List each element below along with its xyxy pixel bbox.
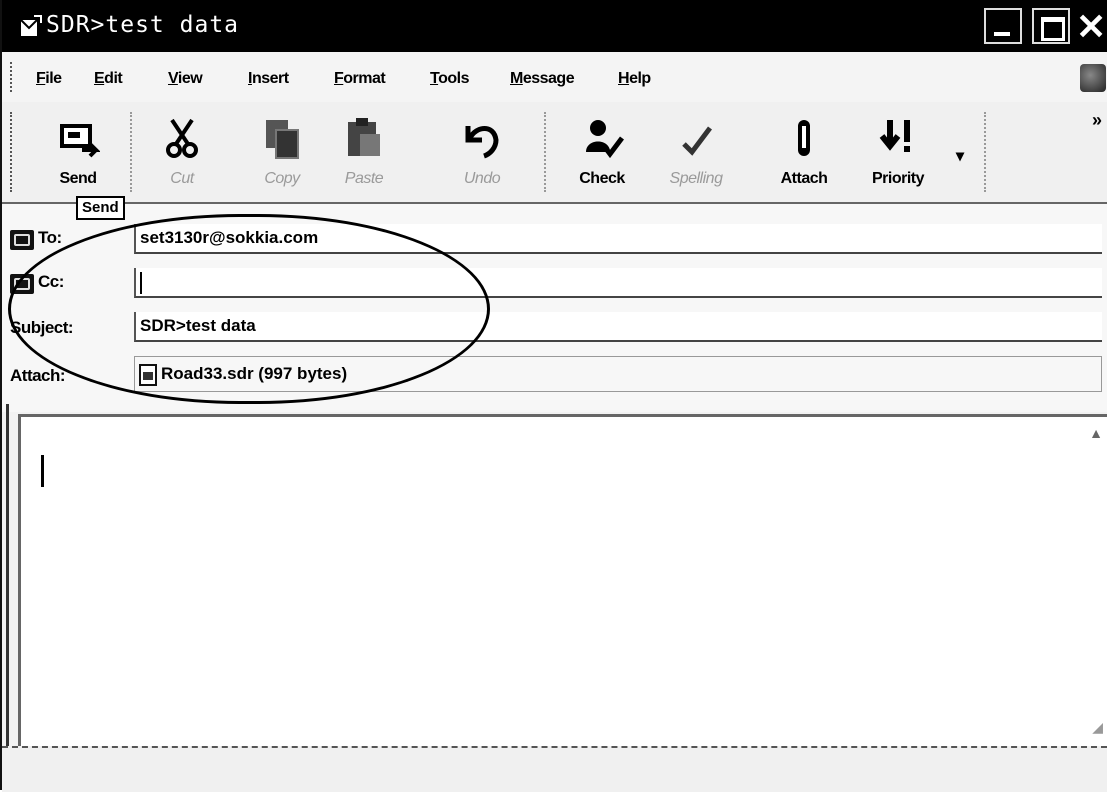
undo-icon [465,126,499,159]
menu-message[interactable]: Message [510,70,575,88]
menu-format[interactable]: Format [334,70,386,88]
send-label: Send [59,170,97,187]
check-label: Check [579,170,625,187]
menu-insert[interactable]: Insert [248,70,289,88]
menu-edit[interactable]: Edit [94,70,123,88]
window-title: SDR>test data [46,12,240,38]
menu-bar: File Edit View Insert Format Tools Messa… [2,52,1107,103]
priority-dropdown-arrow-icon[interactable]: ▾ [956,146,964,166]
copy-button[interactable]: Copy [242,108,322,196]
cut-label: Cut [170,170,194,187]
window-left-edge [6,404,17,790]
attach-field[interactable]: Road33.sdr (997 bytes) [134,356,1102,392]
spelling-button[interactable]: Spelling [656,108,736,196]
address-book-icon[interactable] [10,274,34,294]
check-names-icon [586,120,624,159]
windows-flag-icon [1080,64,1106,92]
close-icon: ✕ [1076,6,1107,47]
envelope-app-icon [20,15,42,36]
subject-label: Subject: [10,318,74,337]
message-window: SDR>test data ✕ File Edit View Insert Fo… [0,0,1107,792]
toolbar-separator [130,112,132,192]
paste-label: Paste [344,170,384,187]
spelling-label: Spelling [669,170,723,187]
text-cursor [140,271,142,294]
cut-button[interactable]: Cut [142,108,222,196]
attach-field-label: Attach: [10,366,66,385]
paste-icon [348,118,380,156]
resize-grip-icon[interactable]: ◢ [1092,719,1103,736]
copy-icon [266,120,299,159]
paste-button[interactable]: Paste [324,108,404,196]
address-book-icon[interactable] [10,230,34,250]
text-cursor [41,455,44,487]
copy-label: Copy [264,170,300,187]
message-body-editor[interactable]: ▲ ◢ [18,414,1107,746]
priority-button[interactable]: Priority [858,108,938,196]
maximize-button[interactable] [1032,8,1070,44]
file-icon [139,363,157,386]
toolbar-overflow-chevron-icon[interactable]: » [1092,110,1102,131]
undo-label: Undo [463,170,501,187]
check-names-button[interactable]: Check [562,108,642,196]
spelling-icon [682,126,712,156]
toolbar-grip[interactable] [10,112,15,192]
to-field[interactable]: set3130r@sokkia.com [134,224,1102,254]
scissors-icon [166,118,198,158]
send-icon [60,124,100,158]
subject-field[interactable]: SDR>test data [134,312,1102,342]
cc-field[interactable] [134,268,1102,298]
priority-icon [879,120,910,152]
scroll-up-icon[interactable]: ▲ [1089,425,1103,441]
message-header-fields: To: set3130r@sokkia.com Cc: Subject: SDR… [2,204,1107,412]
menu-view[interactable]: View [168,70,203,88]
toolbar: Send Cut Copy Paste Undo Check Spelling … [2,102,1107,204]
cc-label[interactable]: Cc: [38,272,64,292]
attach-button[interactable]: Attach [764,108,844,196]
attach-label: Attach [780,170,828,187]
menu-file[interactable]: File [36,70,62,88]
menu-tools[interactable]: Tools [430,70,469,88]
menu-grip[interactable] [10,62,15,92]
title-bar[interactable]: SDR>test data ✕ [2,0,1107,52]
priority-label: Priority [871,170,925,187]
attachment-name[interactable]: Road33.sdr (997 bytes) [161,364,347,383]
paperclip-icon [798,120,810,156]
undo-button[interactable]: Undo [442,108,522,196]
send-tooltip: Send [76,196,125,220]
menu-help[interactable]: Help [618,70,651,88]
to-label[interactable]: To: [38,228,62,248]
status-bar [2,746,1107,792]
toolbar-separator [984,112,986,192]
toolbar-separator [544,112,546,192]
close-button[interactable]: ✕ [1072,6,1107,47]
minimize-button[interactable] [984,8,1022,44]
send-button[interactable]: Send [38,108,118,196]
